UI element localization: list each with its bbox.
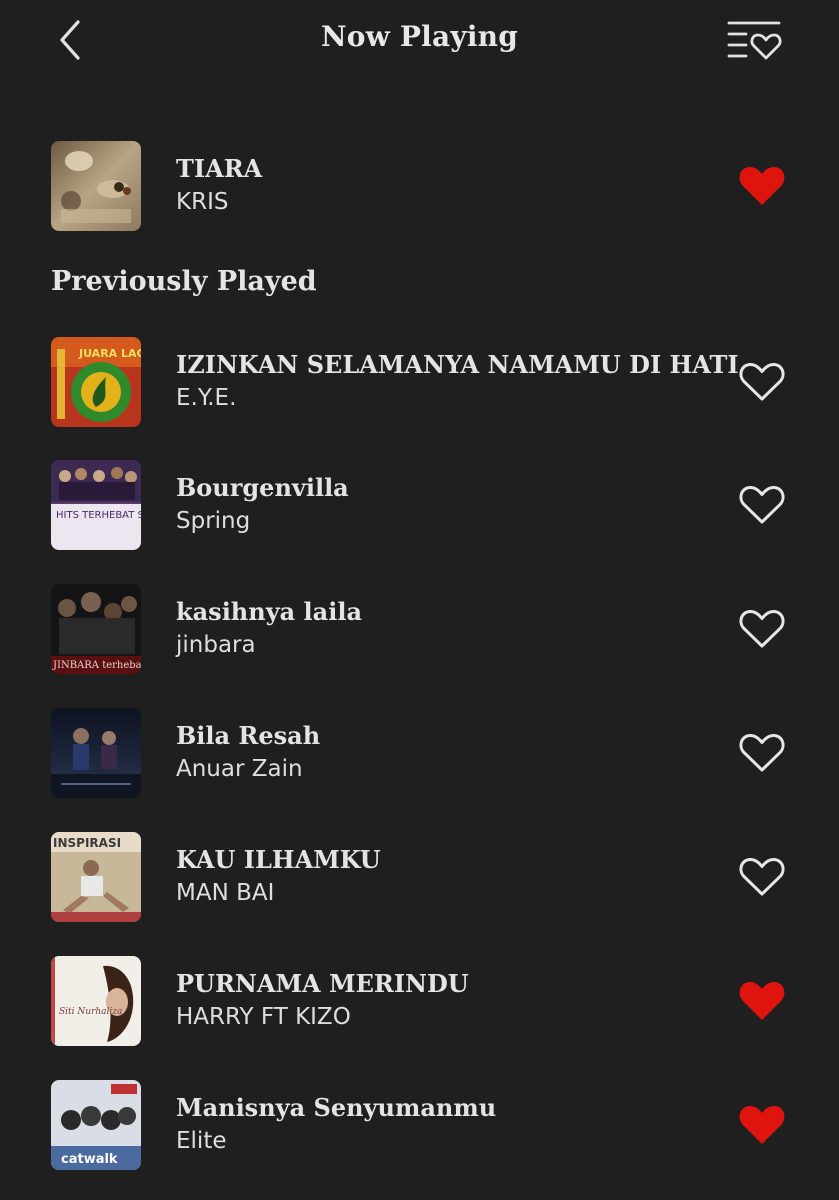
list-item[interactable]: INSPIRASI KAU ILHAMKU MAN BAI [0, 832, 839, 924]
song-artist: jinbara [176, 632, 256, 658]
song-artist: MAN BAI [176, 880, 275, 906]
song-title: KAU ILHAMKU [176, 845, 381, 874]
cover-text: HITS TERHEBAT SPRING EXISTS. [56, 510, 141, 521]
album-art: JINBARA terhebat [51, 584, 141, 674]
song-artist: Elite [176, 1128, 227, 1154]
cover-text: INSPIRASI [53, 836, 121, 850]
page-title: Now Playing [321, 20, 518, 53]
like-button[interactable] [736, 163, 788, 209]
album-art [51, 141, 141, 231]
album-art: INSPIRASI [51, 832, 141, 922]
heart-filled-icon [739, 1105, 785, 1144]
song-title: PURNAMA MERINDU [176, 969, 469, 998]
cover-text: catwalk [61, 1152, 118, 1167]
now-playing-screen: Now Playing TIARA KRIS Previously Played… [0, 0, 839, 1200]
list-item[interactable]: Siti Nurhaliza PURNAMA MERINDU HARRY FT … [0, 956, 839, 1048]
favorites-playlist-button[interactable] [724, 16, 784, 66]
heart-filled-icon [739, 981, 785, 1020]
like-button[interactable] [736, 1102, 788, 1148]
song-title: TIARA [176, 154, 263, 183]
song-artist: E.Y.E. [176, 385, 237, 411]
like-button[interactable] [736, 978, 788, 1024]
song-artist: HARRY FT KIZO [176, 1004, 351, 1030]
album-art: HITS TERHEBAT SPRING EXISTS. [51, 460, 141, 550]
list-item[interactable]: JINBARA terhebat kasihnya laila jinbara [0, 584, 839, 676]
song-title: Bourgenvilla [176, 473, 349, 502]
heart-outline-icon [739, 609, 785, 648]
song-title: kasihnya laila [176, 597, 363, 626]
list-item[interactable]: Bila Resah Anuar Zain [0, 708, 839, 800]
song-title: IZINKAN SELAMANYA NAMAMU DI HATI [176, 350, 739, 379]
like-button[interactable] [736, 482, 788, 528]
now-playing-row[interactable]: TIARA KRIS [0, 141, 839, 233]
heart-outline-icon [739, 362, 785, 401]
like-button[interactable] [736, 854, 788, 900]
song-artist: Spring [176, 508, 251, 534]
song-artist: Anuar Zain [176, 756, 303, 782]
album-art: catwalk [51, 1080, 141, 1170]
list-item[interactable]: JUARA LAGU 96 IZINKAN SELAMANYA NAMAMU D… [0, 337, 839, 429]
heart-outline-icon [739, 857, 785, 896]
album-art: Siti Nurhaliza [51, 956, 141, 1046]
playlist-heart-icon [727, 21, 782, 60]
header: Now Playing [0, 0, 839, 84]
song-artist: KRIS [176, 189, 229, 215]
cover-text: JINBARA terhebat [52, 660, 141, 671]
album-art [51, 708, 141, 798]
album-art: JUARA LAGU 96 [51, 337, 141, 427]
cover-text: JUARA LAGU 96 [78, 347, 141, 360]
cover-text: Siti Nurhaliza [59, 1007, 122, 1017]
section-heading: Previously Played [51, 266, 317, 297]
heart-outline-icon [739, 485, 785, 524]
heart-outline-icon [739, 733, 785, 772]
list-item[interactable]: HITS TERHEBAT SPRING EXISTS. Bourgenvill… [0, 460, 839, 552]
song-title: Bila Resah [176, 721, 321, 750]
heart-filled-icon [739, 166, 785, 205]
like-button[interactable] [736, 359, 788, 405]
song-title: Manisnya Senyumanmu [176, 1093, 497, 1122]
list-item[interactable]: catwalk Manisnya Senyumanmu Elite [0, 1080, 839, 1172]
like-button[interactable] [736, 730, 788, 776]
like-button[interactable] [736, 606, 788, 652]
